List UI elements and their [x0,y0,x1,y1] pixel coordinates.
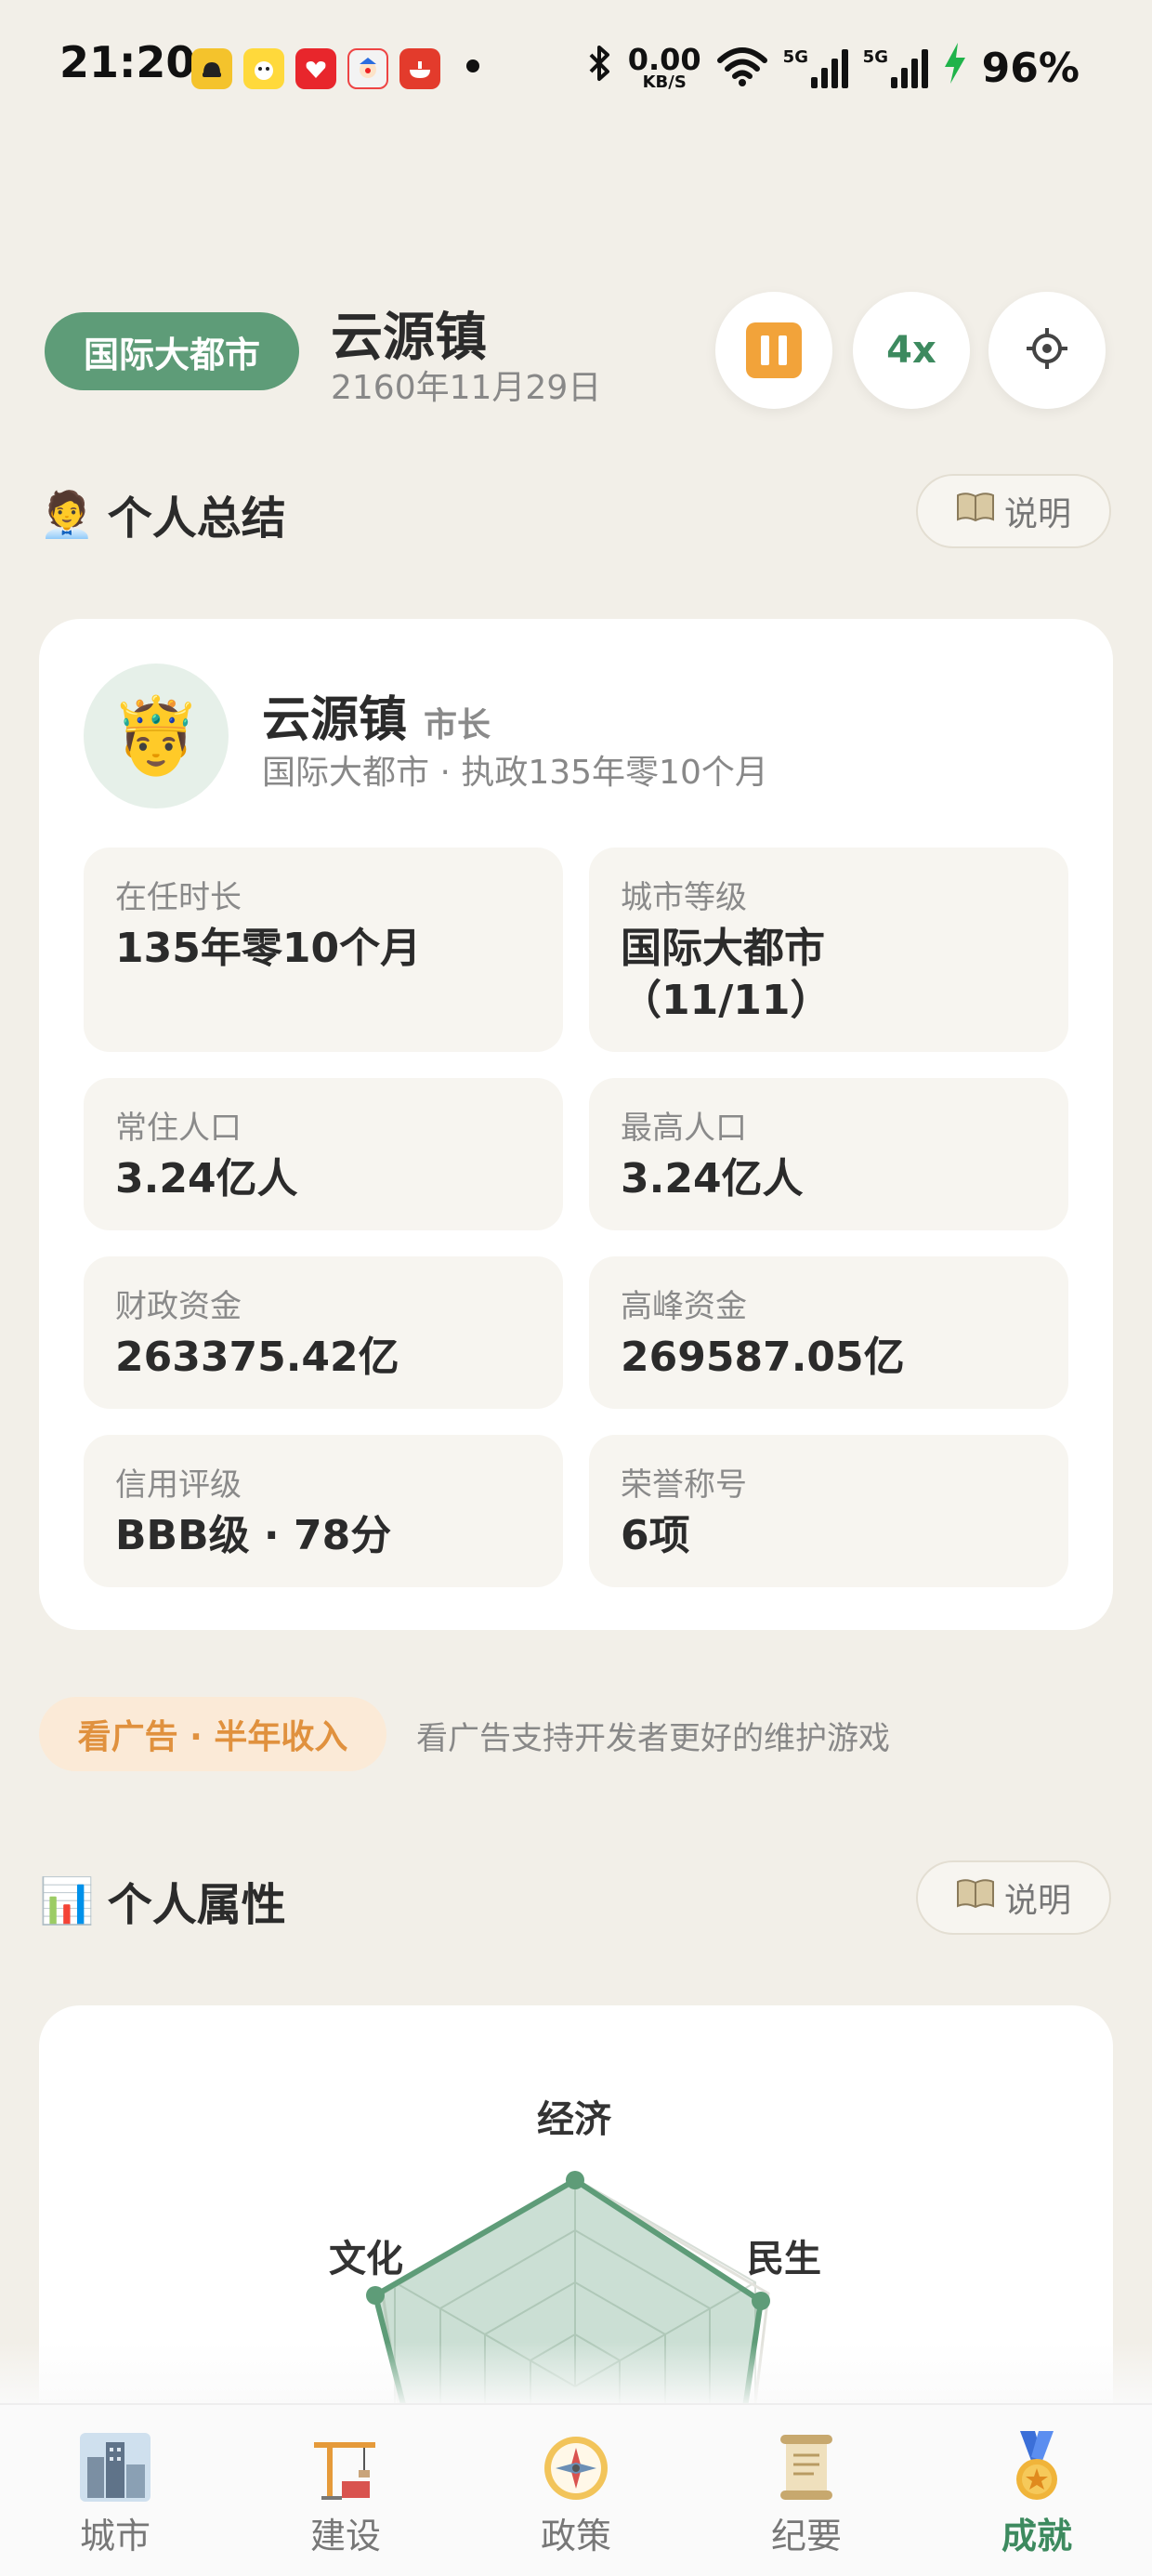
summary-title-text: 个人总结 [107,493,286,545]
radar-label-economy: 经济 [537,2098,611,2141]
mayor-subtitle: 国际大都市 · 执政135年零10个月 [262,754,768,792]
stat-card-peak-population: 最高人口 3.24亿人 [589,1078,1068,1230]
stat-label: 城市等级 [621,879,747,916]
explain-label: 说明 [1003,495,1071,533]
heart-app-icon [295,48,336,89]
clown-app-icon [347,48,388,89]
hotpot-app-icon [399,48,440,89]
watch-ad-button[interactable]: 看广告 · 半年收入 [39,1697,386,1771]
scroll-icon [769,2429,844,2504]
stat-value: 国际大都市（11/11） [621,925,831,1025]
speed-button[interactable]: 4x [853,292,970,409]
pause-icon [746,322,802,378]
stat-label: 财政资金 [115,1288,242,1325]
city-level-badge[interactable]: 国际大都市 [45,312,299,390]
signal-type-label: 5G [862,47,888,67]
stat-value: BBB级 · 78分 [115,1512,392,1559]
stat-value: 3.24亿人 [621,1155,804,1203]
stat-label: 在任时长 [115,879,242,916]
stat-label: 常住人口 [115,1110,242,1147]
summary-card: 🤴 云源镇 市长 国际大都市 · 执政135年零10个月 在任时长 135年零1… [39,619,1113,1630]
radar-point-economy [566,2171,584,2189]
stat-value: 3.24亿人 [115,1155,298,1203]
puppy-app-icon [243,48,284,89]
stat-value: 263375.42亿 [115,1334,399,1381]
charging-icon [943,42,967,94]
stat-value: 135年零10个月 [115,925,422,972]
network-speed: 0.00 KB/S [628,45,701,91]
gear-icon [1025,326,1069,375]
radar-point-livelihood [752,2292,770,2310]
summary-explain-button[interactable]: 说明 [916,474,1111,548]
radar-label-livelihood: 民生 [747,2238,821,2280]
book-icon [956,1878,995,1918]
speed-label: 4x [886,329,936,372]
signal-icon: 5G [863,47,928,88]
medal-icon [1000,2429,1074,2504]
stat-card-population: 常住人口 3.24亿人 [84,1078,563,1230]
bar-chart-icon: 📊 [39,1874,95,1927]
bottom-fade [0,2342,1152,2409]
nav-item-city[interactable]: 城市 [0,2405,230,2576]
status-time: 21:20 [59,37,196,87]
attributes-section-title: 📊 个人属性 [39,1868,286,1933]
nav-label: 建设 [309,2516,381,2556]
car-app-icon [191,48,232,89]
summary-section-title: 🧑‍💼 个人总结 [39,481,286,546]
network-speed-unit: KB/S [642,72,687,92]
nav-item-policy[interactable]: 政策 [461,2405,691,2576]
nav-label: 成就 [1001,2516,1072,2556]
ad-support-text: 看广告支持开发者更好的维护游戏 [416,1720,890,1757]
network-speed-value: 0.00 [627,42,701,77]
radar-label-culture: 文化 [329,2238,403,2280]
town-name: 云源镇 [331,308,487,368]
game-date: 2160年11月29日 [331,369,602,407]
more-notifications-dot [466,59,479,72]
battery-level: 96% [981,44,1080,92]
city-icon [78,2429,152,2504]
nav-label: 城市 [79,2516,151,2556]
signal-icon: 5G [783,47,848,88]
stat-label: 最高人口 [621,1110,747,1147]
nav-item-build[interactable]: 建设 [230,2405,461,2576]
stat-value: 269587.05亿 [621,1334,905,1381]
explain-label: 说明 [1003,1882,1071,1920]
stat-label: 荣誉称号 [621,1466,747,1504]
nav-label: 纪要 [770,2516,842,2556]
mayor-role: 市长 [424,706,491,744]
construction-icon [308,2429,383,2504]
stat-card-credit-rating: 信用评级 BBB级 · 78分 [84,1435,563,1587]
pause-button[interactable] [715,292,832,409]
stat-label: 高峰资金 [621,1288,747,1325]
stat-card-peak-funds: 高峰资金 269587.05亿 [589,1256,1068,1409]
nav-item-achievements[interactable]: 成就 [922,2405,1152,2576]
signal-type-label: 5G [782,47,808,67]
stat-card-honors: 荣誉称号 6项 [589,1435,1068,1587]
radar-point-culture [366,2286,385,2305]
bluetooth-icon [587,44,613,92]
person-icon: 🧑‍💼 [39,488,95,541]
nav-label: 政策 [540,2516,611,2556]
status-bar: 21:20 0.00 KB/S 5G 5G 96% [0,0,1152,139]
mayor-avatar: 🤴 [84,664,229,808]
stat-label: 信用评级 [115,1466,242,1504]
compass-icon [539,2429,613,2504]
mayor-name: 云源镇 [262,692,408,748]
stat-card-city-level: 城市等级 国际大都市（11/11） [589,848,1068,1052]
stat-value: 6项 [621,1512,690,1559]
book-icon [956,492,995,532]
status-right-group: 0.00 KB/S 5G 5G 96% [587,35,1080,100]
settings-button[interactable] [988,292,1106,409]
wifi-icon [716,46,768,90]
stat-card-funds: 财政资金 263375.42亿 [84,1256,563,1409]
mayor-name-row: 云源镇 市长 [262,680,491,750]
nav-item-records[interactable]: 纪要 [691,2405,922,2576]
stat-card-tenure: 在任时长 135年零10个月 [84,848,563,1052]
attributes-title-text: 个人属性 [107,1879,286,1931]
attributes-explain-button[interactable]: 说明 [916,1860,1111,1935]
bottom-nav: 城市 建设 政策 纪要 成就 [0,2403,1152,2576]
